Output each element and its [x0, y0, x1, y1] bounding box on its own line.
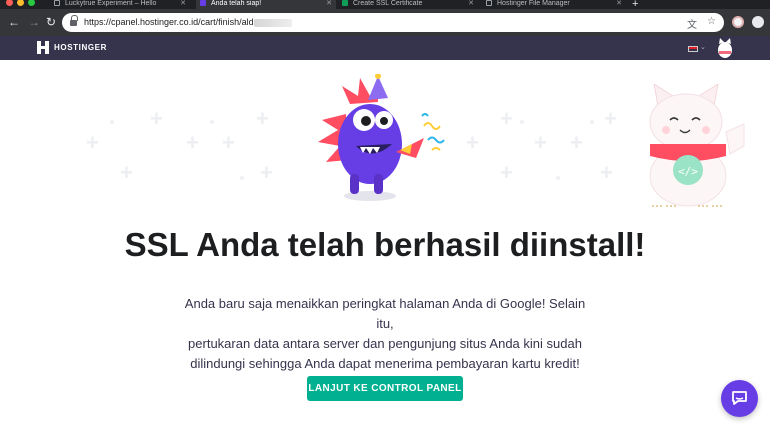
tab-label: Hostinger File Manager	[497, 0, 570, 7]
lock-icon	[70, 15, 78, 26]
dot-decoration	[240, 176, 244, 180]
indonesia-flag-icon[interactable]	[688, 46, 698, 52]
browser-tab[interactable]: Create SSL Certificate ✕	[342, 0, 478, 9]
url-text[interactable]: https://cpanel.hostinger.co.id/cart/fini…	[84, 17, 292, 27]
browser-tab-bar: Luckytrue Experiment – Hello ✕ Anda tela…	[0, 0, 770, 10]
address-bar[interactable]: https://cpanel.hostinger.co.id/cart/fini…	[62, 13, 724, 32]
close-tab-icon[interactable]: ✕	[616, 0, 622, 7]
description-line: pertukaran data antara server dan pengun…	[188, 336, 582, 351]
plus-decoration-icon: +	[150, 106, 163, 131]
plus-decoration-icon: +	[604, 106, 617, 131]
brand-logo[interactable]: HOSTINGER	[37, 41, 107, 54]
code-symbol-text: </>	[678, 165, 698, 178]
minimize-window-icon[interactable]	[17, 0, 24, 6]
url-value: https://cpanel.hostinger.co.id/cart/fini…	[84, 17, 254, 27]
dot-decoration	[590, 120, 594, 124]
redacted-url-part	[253, 18, 292, 27]
success-description: Anda baru saja menaikkan peringkat halam…	[180, 294, 590, 374]
plus-decoration-icon: +	[186, 130, 199, 155]
plus-decoration-icon: +	[260, 160, 273, 185]
window-controls	[6, 0, 35, 6]
plus-decoration-icon: +	[222, 130, 235, 155]
sheet-favicon-icon	[342, 0, 348, 6]
party-monster-mascot-icon	[318, 74, 445, 201]
page-icon	[486, 0, 492, 6]
brand-name: HOSTINGER	[54, 43, 107, 52]
translate-icon[interactable]: 文	[687, 16, 697, 31]
lucky-cat-illustration-icon: </>	[649, 84, 745, 207]
chat-bubble-icon	[732, 391, 747, 405]
extension-icon[interactable]	[732, 16, 744, 28]
close-tab-icon[interactable]: ✕	[468, 0, 474, 7]
hostinger-logo-icon	[37, 41, 49, 54]
dot-decoration	[556, 176, 560, 180]
page-icon	[54, 0, 60, 6]
continue-to-control-panel-button[interactable]: LANJUT KE CONTROL PANEL	[307, 376, 463, 401]
plus-decoration-icon: +	[570, 130, 583, 155]
plus-decoration-icon: +	[500, 160, 513, 185]
plus-decoration-icon: +	[120, 160, 133, 185]
close-window-icon[interactable]	[6, 0, 13, 6]
browser-tab-active[interactable]: Anda telah siap! ✕	[196, 0, 336, 9]
plus-decoration-icon: +	[256, 106, 269, 131]
browser-toolbar: ← → ↻ https://cpanel.hostinger.co.id/car…	[0, 9, 770, 36]
maximize-window-icon[interactable]	[28, 0, 35, 6]
description-line: Anda baru saja menaikkan peringkat halam…	[184, 296, 586, 331]
reload-icon[interactable]: ↻	[46, 15, 56, 29]
lucky-cat-avatar-icon[interactable]	[716, 37, 734, 59]
page-title: SSL Anda telah berhasil diinstall!	[124, 226, 646, 263]
plus-decoration-icon: +	[86, 130, 99, 155]
close-tab-icon[interactable]: ✕	[180, 0, 186, 7]
plus-decoration-icon: +	[466, 130, 479, 155]
plus-decoration-icon: +	[500, 106, 513, 131]
site-header: HOSTINGER ⌄	[0, 36, 770, 60]
forward-icon[interactable]: →	[28, 15, 40, 29]
plus-decoration-icon: +	[534, 130, 547, 155]
back-icon[interactable]: ←	[8, 15, 20, 29]
chevron-down-icon[interactable]: ⌄	[700, 43, 706, 51]
browser-tab[interactable]: Luckytrue Experiment – Hello ✕	[54, 0, 190, 9]
hostinger-favicon-icon	[200, 0, 206, 6]
tab-label: Luckytrue Experiment – Hello	[65, 0, 157, 7]
profile-avatar-icon[interactable]	[752, 16, 764, 28]
live-chat-button[interactable]	[721, 380, 758, 417]
tab-label: Anda telah siap!	[211, 0, 262, 7]
dot-decoration	[520, 120, 524, 124]
browser-tab[interactable]: Hostinger File Manager ✕	[486, 0, 626, 9]
dot-decoration	[210, 120, 214, 124]
description-line: dilindungi sehingga Anda dapat menerima …	[190, 356, 580, 371]
star-icon[interactable]: ☆	[707, 16, 716, 27]
dot-decoration	[110, 120, 114, 124]
tab-label: Create SSL Certificate	[353, 0, 423, 7]
plus-decoration-icon: +	[600, 160, 613, 185]
close-tab-icon[interactable]: ✕	[326, 0, 332, 7]
